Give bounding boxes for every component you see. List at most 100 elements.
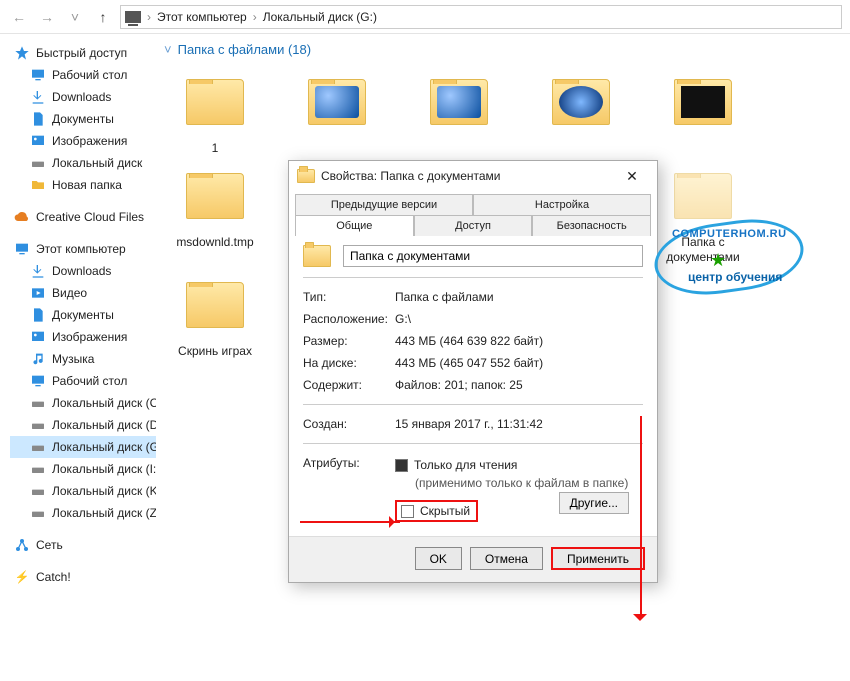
annotation-arrow-icon <box>640 416 642 616</box>
computer-icon <box>125 11 141 23</box>
nav-forward-icon: → <box>36 6 58 28</box>
folder-icon <box>674 173 732 219</box>
sidebar-item[interactable]: Локальный диск (G <box>10 436 156 458</box>
nav-up-icon[interactable]: ↑ <box>92 6 114 28</box>
folder-name-input[interactable] <box>343 245 643 267</box>
network-icon <box>14 537 30 553</box>
sidebar-item[interactable]: Изображения <box>10 326 156 348</box>
desktop-icon <box>30 67 46 83</box>
prop-key: Содержит: <box>303 378 395 392</box>
sidebar-label: Сеть <box>36 538 63 552</box>
readonly-label: Только для чтения <box>414 458 517 472</box>
drive-icon <box>30 505 46 521</box>
sidebar-item[interactable]: Локальный диск (Z: <box>10 502 156 524</box>
sidebar-item-creative-cloud[interactable]: Creative Cloud Files <box>10 206 156 228</box>
sidebar-item[interactable]: Локальный диск <box>10 152 156 174</box>
sidebar-label: Этот компьютер <box>36 242 126 256</box>
prop-key: Размер: <box>303 334 395 348</box>
folder-icon <box>186 173 244 219</box>
sidebar-item[interactable]: Локальный диск (K <box>10 480 156 502</box>
sidebar-label: Видео <box>52 286 87 300</box>
prop-key: На диске: <box>303 356 395 370</box>
prop-key: Тип: <box>303 290 395 304</box>
file-name: 1 <box>212 141 219 155</box>
folder-icon <box>186 282 244 328</box>
sidebar-item-catch[interactable]: ⚡ Catch! <box>10 566 156 588</box>
sidebar-item-network[interactable]: Сеть <box>10 534 156 556</box>
navigation-pane: Быстрый доступ Рабочий стол Downloads Доку… <box>0 34 160 681</box>
file-item[interactable] <box>658 67 748 155</box>
sidebar-item[interactable]: Локальный диск (I: <box>10 458 156 480</box>
breadcrumb-item[interactable]: Локальный диск (G:) <box>259 10 381 24</box>
nav-recent-icon[interactable]: ˅ <box>64 6 86 28</box>
sidebar-item-this-pc[interactable]: Этот компьютер <box>10 238 156 260</box>
cloud-icon <box>14 209 30 225</box>
file-item[interactable]: 1 <box>170 67 260 155</box>
apply-button[interactable]: Применить <box>551 547 645 570</box>
prop-key: Атрибуты: <box>303 456 395 470</box>
file-name: Скринь играх <box>178 344 252 358</box>
image-icon <box>30 133 46 149</box>
drive-icon <box>30 155 46 171</box>
music-icon <box>30 351 46 367</box>
file-item[interactable] <box>536 67 626 155</box>
sidebar-label: Рабочий стол <box>52 374 127 388</box>
sidebar-item[interactable]: Локальный диск (D <box>10 414 156 436</box>
tab-customize[interactable]: Настройка <box>473 194 651 215</box>
drive-icon <box>30 439 46 455</box>
sidebar-item[interactable]: Рабочий стол <box>10 64 156 86</box>
sidebar-item[interactable]: Downloads <box>10 86 156 108</box>
sidebar-item[interactable]: Новая папка <box>10 174 156 196</box>
ok-button[interactable]: OK <box>415 547 462 570</box>
sidebar-label: Музыка <box>52 352 94 366</box>
readonly-sublabel: (применимо только к файлам в папке) <box>415 476 628 490</box>
dialog-title: Свойства: Папка с документами <box>321 169 500 183</box>
prop-value: G:\ <box>395 312 411 326</box>
folder-icon <box>308 79 366 125</box>
group-header[interactable]: ˅ Папка с файлами (18) <box>160 40 850 67</box>
breadcrumb[interactable]: › Этот компьютер › Локальный диск (G:) <box>120 5 842 29</box>
sidebar-item[interactable]: Изображения <box>10 130 156 152</box>
tab-previous-versions[interactable]: Предыдущие версии <box>295 194 473 215</box>
drive-icon <box>30 461 46 477</box>
sidebar-item[interactable]: Рабочий стол <box>10 370 156 392</box>
sidebar-item[interactable]: Видео <box>10 282 156 304</box>
readonly-checkbox[interactable] <box>395 459 408 472</box>
tab-security[interactable]: Безопасность <box>532 215 651 236</box>
file-name: msdownld.tmp <box>176 235 253 249</box>
file-item[interactable]: msdownld.tmp <box>170 161 260 264</box>
sidebar-item[interactable]: Downloads <box>10 260 156 282</box>
nav-back-icon[interactable]: ← <box>8 6 30 28</box>
file-item[interactable] <box>292 67 382 155</box>
sidebar-label: Документы <box>52 112 114 126</box>
sidebar-item[interactable]: Локальный диск (C <box>10 392 156 414</box>
more-attributes-button[interactable]: Другие... <box>559 492 629 514</box>
breadcrumb-item[interactable]: Этот компьютер <box>153 10 251 24</box>
folder-icon <box>552 79 610 125</box>
sidebar-label: Рабочий стол <box>52 68 127 82</box>
sidebar-label: Catch! <box>36 570 71 584</box>
folder-icon <box>674 79 732 125</box>
tab-general[interactable]: Общие <box>295 215 414 236</box>
drive-icon <box>30 395 46 411</box>
cancel-button[interactable]: Отмена <box>470 547 543 570</box>
file-item[interactable] <box>414 67 504 155</box>
prop-key: Создан: <box>303 417 395 431</box>
dialog-titlebar[interactable]: Свойства: Папка с документами ✕ <box>289 161 657 191</box>
sidebar-item[interactable]: Музыка <box>10 348 156 370</box>
close-button[interactable]: ✕ <box>615 165 649 187</box>
file-item[interactable]: Папка с документами <box>658 161 748 264</box>
annotation-arrowhead-icon <box>633 614 647 628</box>
sidebar-item[interactable]: Документы <box>10 108 156 130</box>
sidebar-item-quick-access[interactable]: Быстрый доступ <box>10 42 156 64</box>
sidebar-label: Локальный диск (D <box>52 418 156 432</box>
file-item[interactable]: Скринь играх <box>170 270 260 358</box>
desktop-icon <box>30 373 46 389</box>
hidden-checkbox[interactable] <box>401 505 414 518</box>
drive-icon <box>30 483 46 499</box>
folder-icon <box>303 245 331 267</box>
doc-icon <box>30 111 46 127</box>
tab-sharing[interactable]: Доступ <box>414 215 533 236</box>
sidebar-label: Локальный диск (I: <box>52 462 156 476</box>
sidebar-item[interactable]: Документы <box>10 304 156 326</box>
